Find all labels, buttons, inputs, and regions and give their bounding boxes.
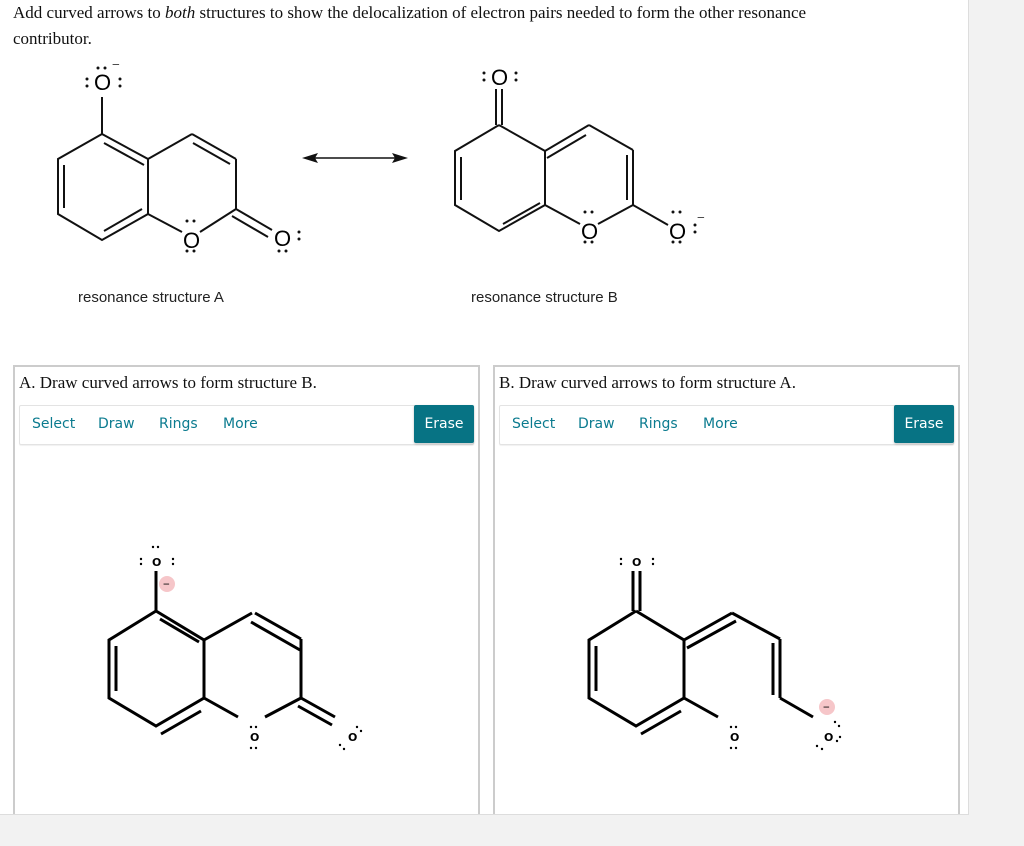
oxygen-atom[interactable]: O (152, 556, 161, 569)
structure-b (454, 89, 669, 233)
oxygen-atom: O (581, 219, 598, 244)
prompt-emphasis: both (165, 3, 196, 22)
negative-charge: − (823, 700, 830, 714)
oxygen-atom[interactable]: O (824, 731, 833, 744)
question-prompt: Add curved arrows to both structures to … (13, 0, 813, 52)
drawing-panel-a: A. Draw curved arrows to form structure … (13, 365, 480, 814)
lone-pairs (139, 545, 363, 751)
rings-tool-button[interactable]: Rings (159, 416, 198, 432)
editable-structure-b[interactable] (587, 571, 814, 736)
draw-tool-button[interactable]: Draw (98, 416, 135, 432)
oxygen-atom: O (274, 226, 291, 251)
oxygen-atom[interactable]: O (632, 556, 641, 569)
negative-charge: − (112, 58, 120, 73)
drawing-canvas[interactable]: − O O O (15, 447, 478, 816)
oxygen-atom[interactable]: O (348, 731, 357, 744)
drawing-toolbar: Select Draw Rings More Erase (499, 405, 954, 445)
lone-pairs (619, 557, 842, 751)
draw-tool-button[interactable]: Draw (578, 416, 615, 432)
oxygen-atom[interactable]: O (730, 731, 739, 744)
drawing-canvas[interactable]: − O O O (495, 447, 958, 816)
erase-button[interactable]: Erase (894, 405, 954, 443)
more-tool-button[interactable]: More (223, 416, 258, 432)
oxygen-atom: O (94, 70, 111, 95)
oxygen-atom: O (183, 228, 200, 253)
drawing-panel-b: B. Draw curved arrows to form structure … (493, 365, 960, 814)
negative-charge: − (163, 577, 170, 591)
caption-structure-a: resonance structure A (78, 289, 224, 306)
editable-structure-a[interactable] (107, 571, 336, 736)
caption-structure-b: resonance structure B (471, 289, 618, 306)
resonance-structures-figure: O O O − O O O − (57, 58, 705, 253)
oxygen-atom: O (669, 219, 686, 244)
prompt-text: Add curved arrows to (13, 3, 166, 22)
oxygen-atom: O (491, 65, 508, 90)
rings-tool-button[interactable]: Rings (639, 416, 678, 432)
select-tool-button[interactable]: Select (512, 416, 555, 432)
drawing-toolbar: Select Draw Rings More Erase (19, 405, 474, 445)
structure-a (57, 97, 273, 242)
select-tool-button[interactable]: Select (32, 416, 75, 432)
oxygen-atom[interactable]: O (250, 731, 259, 744)
panel-title: B. Draw curved arrows to form structure … (499, 373, 796, 392)
question-page: Add curved arrows to both structures to … (0, 0, 969, 815)
resonance-arrow (302, 153, 408, 163)
panel-title: A. Draw curved arrows to form structure … (19, 373, 317, 392)
erase-button[interactable]: Erase (414, 405, 474, 443)
negative-charge: − (697, 211, 705, 226)
lone-pairs (85, 66, 301, 253)
more-tool-button[interactable]: More (703, 416, 738, 432)
